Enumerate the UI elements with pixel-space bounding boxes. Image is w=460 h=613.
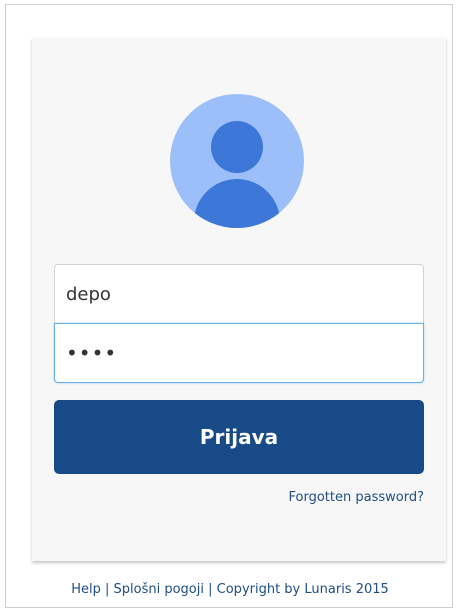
avatar-body (194, 179, 280, 228)
user-avatar-icon (170, 94, 304, 228)
login-card: Prijava Forgotten password? (32, 38, 446, 561)
forgot-password-link[interactable]: Forgotten password? (289, 490, 424, 505)
login-button[interactable]: Prijava (54, 400, 424, 474)
page-frame: Prijava Forgotten password? (5, 4, 453, 608)
avatar-head (211, 121, 263, 173)
footer-separator: | (104, 582, 110, 597)
footer-separator: | (208, 582, 213, 597)
terms-link[interactable]: Splošni pogoji (114, 582, 204, 597)
footer: Help | Splošni pogoji | Copyright by Lun… (0, 582, 460, 597)
copyright-text: Copyright by Lunaris 2015 (216, 582, 389, 597)
help-link[interactable]: Help (71, 582, 101, 597)
username-input[interactable] (54, 264, 424, 324)
password-input[interactable] (54, 323, 424, 383)
